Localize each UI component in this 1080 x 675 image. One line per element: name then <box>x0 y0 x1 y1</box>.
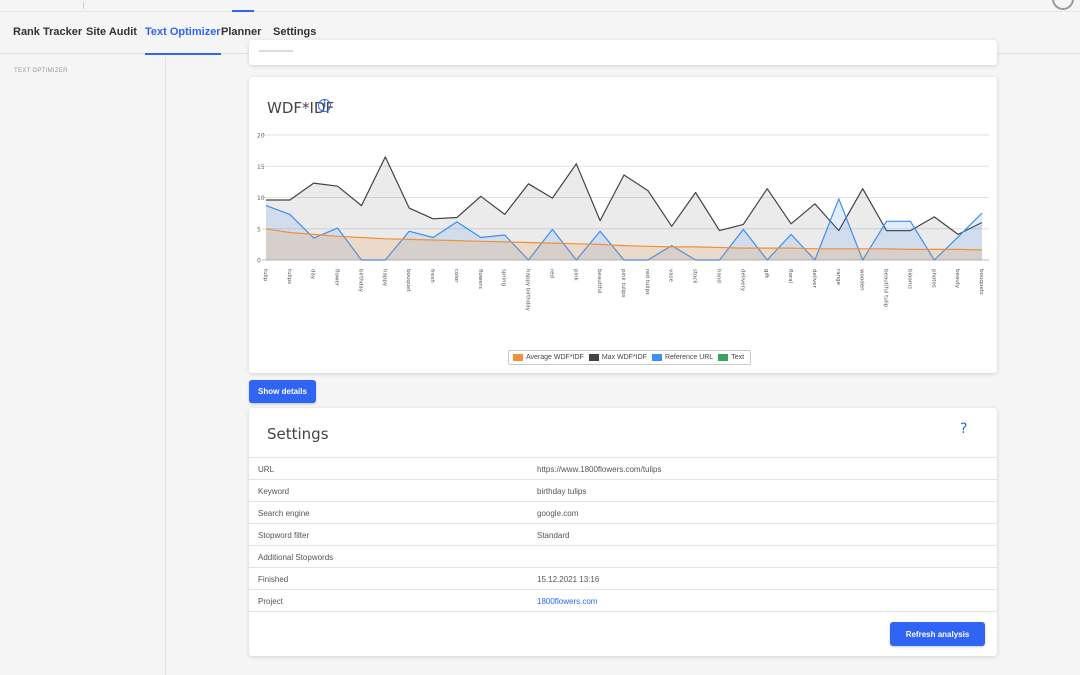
legend-swatch <box>651 354 662 361</box>
legend-item[interactable]: Average WDF*IDF <box>513 354 584 361</box>
x-tick-label: photos <box>930 269 936 288</box>
settings-key: Additional Stopwords <box>258 553 334 562</box>
x-tick-label: pink tulips <box>620 269 626 298</box>
x-tick-label: happy birthday <box>525 269 531 312</box>
x-tick-label: tulip <box>262 269 268 282</box>
sidebar: TEXT OPTIMIZER <box>0 55 166 675</box>
x-tick-label: stock <box>692 269 698 284</box>
info-icon[interactable]: i <box>318 99 331 112</box>
settings-row-project: Project 1800flowers.com <box>249 590 997 612</box>
x-tick-label: bouquet <box>405 269 411 293</box>
x-tick-label: spring <box>501 269 507 286</box>
x-tick-label: red <box>548 269 554 278</box>
x-tick-label: red tulips <box>644 269 650 295</box>
x-tick-label: happy <box>381 269 387 287</box>
settings-key: Keyword <box>258 487 290 496</box>
x-tick-label: fresh <box>429 269 435 283</box>
y-tick-label: 20 <box>257 133 265 140</box>
legend-swatch <box>718 354 729 361</box>
y-tick-label: 0 <box>257 258 261 265</box>
nav-text-optimizer[interactable]: Text Optimizer <box>145 12 221 55</box>
x-tick-label: blooms <box>906 269 912 289</box>
settings-row-search-engine: Search engine google.com <box>249 502 997 524</box>
sidebar-section-label: TEXT OPTIMIZER <box>14 68 68 74</box>
settings-key: Search engine <box>258 509 310 518</box>
settings-key: Project <box>258 597 283 606</box>
wdf-idf-card: 0 5 10 15 20 tulip tulips day flower birthday happ… <box>249 77 997 373</box>
y-tick-label: 15 <box>257 164 265 171</box>
settings-row-additional-stopwords: Additional Stopwords <box>249 546 997 568</box>
x-tick-label: hand <box>715 269 721 283</box>
top-strip <box>0 0 1080 12</box>
settings-row-finished: Finished 15.12.2021 13:16 <box>249 568 997 590</box>
previous-card <box>249 40 997 65</box>
previous-card-element <box>259 50 293 52</box>
top-divider <box>83 2 84 9</box>
x-tick-label: pink <box>572 269 578 282</box>
x-tick-label: beautiful <box>596 269 602 294</box>
nav-rank-tracker[interactable]: Rank Tracker <box>13 12 82 54</box>
x-tick-label: gift <box>763 269 769 279</box>
nav-site-audit[interactable]: Site Audit <box>86 12 137 54</box>
x-tick-label: day <box>310 269 316 280</box>
legend-label: Average WDF*IDF <box>526 354 584 361</box>
settings-table: URL https://www.1800flowers.com/tulips K… <box>249 457 997 612</box>
settings-value: https://www.1800flowers.com/tulips <box>537 465 662 474</box>
x-tick-label: flowers <box>477 269 483 289</box>
x-tick-label: beautiful tulip <box>883 269 889 308</box>
settings-title: Settings <box>267 425 329 443</box>
wdf-idf-chart: 0 5 10 15 20 tulip tulips day flower birthday happ… <box>257 133 989 312</box>
x-tick-label: flower <box>334 269 340 287</box>
x-tick-label: birthday <box>357 269 363 293</box>
legend-swatch <box>513 354 523 361</box>
settings-row-stopword-filter: Stopword filter Standard <box>249 524 997 546</box>
x-tick-label: floral <box>787 269 793 283</box>
legend-item[interactable]: Text <box>718 354 744 361</box>
project-link[interactable]: 1800flowers.com <box>537 597 597 606</box>
settings-card: Settings ? URL https://www.1800flowers.c… <box>249 408 997 656</box>
legend-label: Text <box>731 354 745 361</box>
x-tick-label: vase <box>668 269 674 282</box>
y-tick-label: 5 <box>257 226 261 233</box>
settings-key: Finished <box>258 575 289 584</box>
x-tick-label: delivery <box>739 269 745 292</box>
legend-item[interactable]: Reference URL <box>651 354 714 361</box>
settings-value: birthday tulips <box>537 487 587 496</box>
settings-row-url: URL https://www.1800flowers.com/tulips <box>249 458 997 480</box>
settings-value: google.com <box>537 509 579 518</box>
settings-key: URL <box>258 465 275 474</box>
legend-swatch <box>588 354 599 361</box>
legend-label: Reference URL <box>664 354 714 361</box>
x-tick-label: tulips <box>286 269 292 284</box>
y-tick-label: 10 <box>257 195 265 202</box>
x-tick-label: color <box>453 269 459 283</box>
x-tick-label: range <box>835 269 841 286</box>
settings-key: Stopword filter <box>258 531 310 540</box>
legend-label: Max WDF*IDF <box>601 354 647 361</box>
settings-row-keyword: Keyword birthday tulips <box>249 480 997 502</box>
show-details-button[interactable]: Show details <box>249 380 316 403</box>
legend-item[interactable]: Max WDF*IDF <box>588 354 647 361</box>
x-tick-label: beauty <box>954 269 960 289</box>
settings-value: 15.12.2021 13:16 <box>537 575 600 584</box>
refresh-analysis-button[interactable]: Refresh analysis <box>890 622 985 646</box>
help-icon[interactable]: ? <box>960 421 967 437</box>
chart-legend: Average WDF*IDF Max WDF*IDF Reference URL T… <box>508 350 752 365</box>
x-tick-label: wooden <box>859 269 865 291</box>
settings-value: Standard <box>537 531 570 540</box>
x-tick-label: bouquets <box>978 269 984 295</box>
user-avatar-icon[interactable] <box>1052 0 1074 10</box>
x-tick-label: deliver <box>811 269 817 289</box>
